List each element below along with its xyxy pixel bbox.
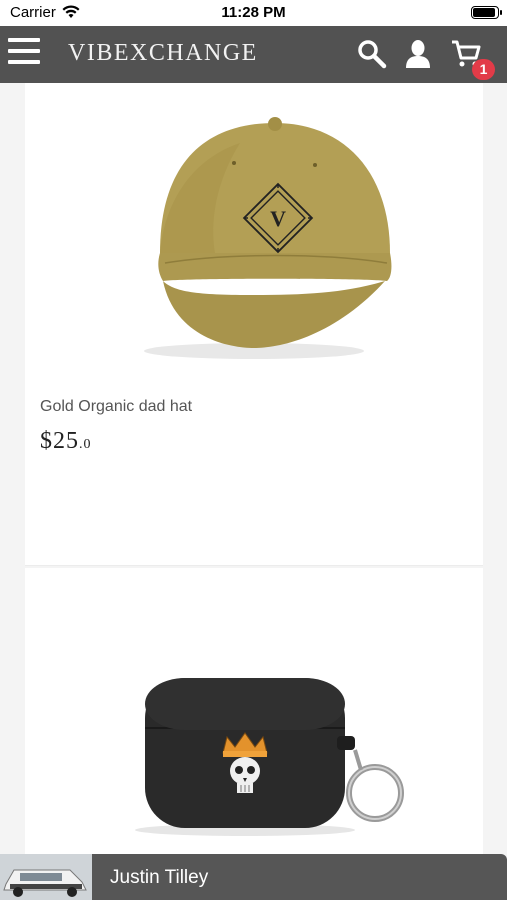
battery-icon [471,6,502,19]
user-account-icon[interactable] [402,38,434,70]
price-main: $25 [40,428,79,454]
product-list: V Gold Organic dad hat $25.0 [0,83,507,854]
product-card[interactable] [25,568,483,854]
status-bar: Carrier 11:28 PM [0,0,507,26]
product-card[interactable]: V Gold Organic dad hat $25.0 [25,83,483,566]
emblem-letter: V [270,206,286,231]
search-icon[interactable] [356,38,388,70]
truck-image [0,854,92,900]
menu-icon[interactable] [8,38,40,70]
bottom-bar-name: Justin Tilley [110,867,209,888]
brand-title[interactable]: VIBEXCHANGE [68,40,258,67]
top-navigation-bar: VIBEXCHANGE [0,26,507,83]
product-image-dad-hat[interactable]: V [25,103,483,363]
clock-time: 11:28 PM [221,4,286,21]
vehicle-thumbnail[interactable] [0,854,92,900]
price-cents: .0 [79,437,92,452]
now-playing-bar[interactable]: Justin Tilley [0,854,507,900]
product-name[interactable]: Gold Organic dad hat [40,398,192,416]
product-image-earbuds-case[interactable] [25,648,483,854]
cart-count-badge: 1 [472,59,495,80]
product-price: $25.0 [40,428,92,455]
